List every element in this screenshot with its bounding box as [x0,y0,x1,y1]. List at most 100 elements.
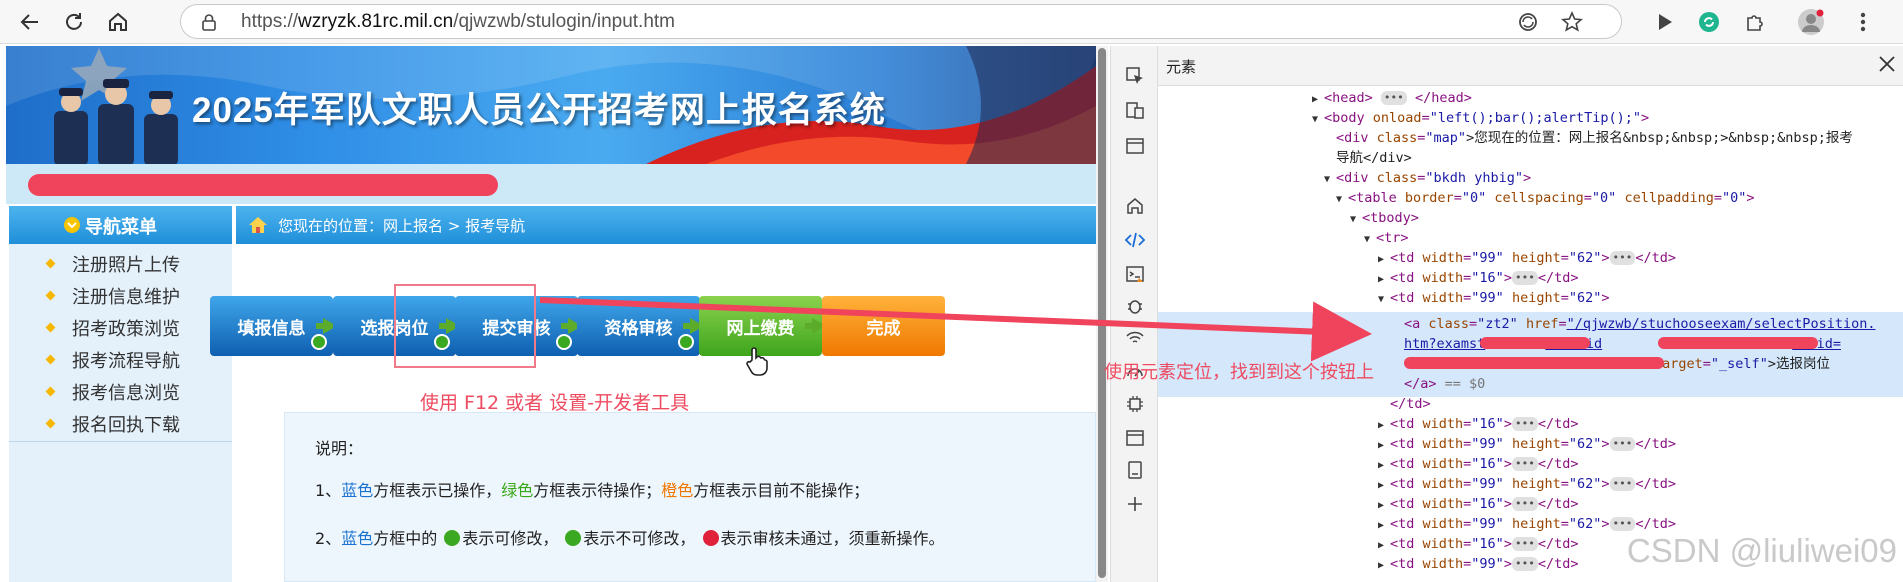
dom-node-div-map[interactable]: <div class="map">您现在的位置：网上报名&nbsp;&nbsp;… [1336,128,1853,148]
step-label: 填报信息 [237,318,306,339]
bullet-icon [45,322,56,333]
bullet-icon [45,418,56,429]
back-button[interactable] [14,6,46,38]
avatar-icon [1798,9,1824,35]
play-icon [1659,14,1672,30]
close-icon[interactable] [1877,54,1897,74]
home-button[interactable] [102,6,134,38]
sd-card-icon [1128,461,1142,479]
browser-toolbar: https://wzryzk.81rc.mil.cn/qjwzwb/stulog… [0,0,1903,44]
bullet-icon [45,258,56,269]
step-label: 网上缴费 [726,318,795,339]
sidebar-item-label: 注册照片上传 [72,255,180,276]
application-tab-button[interactable] [1123,426,1147,450]
dom-node-td[interactable]: ▶ <td width="16"> ••• </td> [1378,494,1578,514]
memory-tab-button[interactable] [1123,392,1147,416]
nav-sidebar: 导航菜单 注册照片上传 注册信息维护 招考政策浏览 报考流程导航 报考信息浏览 … [9,206,232,582]
dom-node-div-map-cont: 导航</div> [1336,150,1412,166]
reload-button[interactable] [58,6,90,38]
banner-title: 2025年军队文职人员公开招考网上报名系统 [192,91,886,130]
dom-node-tbody[interactable]: ▼ <tbody> [1350,208,1419,228]
media-play-button[interactable] [1650,7,1680,37]
plus-icon [1128,497,1142,511]
step-qualification-review-button[interactable]: 资格审核 [577,296,700,356]
editable-disabled-icon [311,334,327,350]
translate-icon[interactable] [1517,11,1539,33]
check-circle-icon [444,530,461,546]
page-scrollbar[interactable] [1096,46,1108,582]
devtools-tabbar: 元素 [1158,46,1903,86]
dom-node-td[interactable]: ▶ <td width="99"> ••• </td> [1378,554,1578,574]
web-page: 2025年军队文职人员公开招考网上报名系统 导航菜单 注册照片上传 注册信息维护… [6,46,1096,582]
dom-node-td[interactable]: ▶ <td width="16"> ••• </td> [1378,268,1578,288]
dom-node-a-close[interactable]: </a> == $0 [1404,374,1485,394]
redaction-mark [28,174,498,196]
redaction-mark [1658,337,1818,349]
dom-node-td[interactable]: ▶ <td width="16"> ••• </td> [1378,414,1578,434]
chip-icon [1127,396,1143,412]
elements-tab-button[interactable] [1123,228,1147,252]
inspect-element-button[interactable] [1123,64,1147,88]
extension-sync-button[interactable] [1694,7,1724,37]
highlight-box [394,284,536,368]
dom-node-td[interactable]: ▶ <td width="99" height="62"> ••• </td> [1378,514,1676,534]
more-menu-button[interactable] [1848,7,1878,37]
sources-tab-button[interactable] [1123,294,1147,318]
window-icon [1126,430,1144,446]
scroll-thumb[interactable] [1098,48,1106,578]
welcome-tab-button[interactable] [1123,194,1147,218]
f12-hint-annotation: 使用 F12 或者 设置-开发者工具 [420,392,690,414]
step-fill-info-button[interactable]: 填报信息 [210,296,333,356]
address-bar[interactable]: https://wzryzk.81rc.mil.cn/qjwzwb/stulog… [180,4,1622,39]
bug-icon [1128,300,1142,314]
more-tools-button[interactable] [1123,492,1147,516]
inspect-icon [1126,67,1143,84]
dom-node-body[interactable]: ▼ <body onload="left();bar();alertTip();"… [1312,108,1649,128]
instructions-title: 说明： [315,439,364,458]
sidebar-item-label: 注册信息维护 [72,287,180,308]
dom-node-a-selected[interactable]: <a class="zt2" href="/qjwzwb/stuchooseex… [1404,314,1875,334]
instruction-line-2: 2、蓝色方框中的 表示可修改， 表示不可修改， 表示审核未通过，须重新操作。 [315,529,945,548]
instruction-line-1: 1、蓝色方框表示已操作，绿色方框表示待操作；橙色方框表示目前不能操作； [315,481,870,500]
step-complete-button[interactable]: 完成 [822,296,945,356]
dom-node-head[interactable]: ▶ <head> ••• </head> [1312,88,1472,108]
puzzle-icon [1747,15,1763,31]
redaction-mark [1404,357,1664,369]
lock-icon[interactable] [201,13,217,31]
extensions-button[interactable] [1740,7,1770,37]
dom-node-td[interactable]: ▶ <td width="99" height="62"> ••• </td> [1378,474,1676,494]
home-icon [249,217,267,233]
sidebar-item-receipt-download[interactable]: 报名回执下载 [9,404,232,442]
dom-node-td[interactable]: ▶ <td width="99" height="62"> ••• </td> [1378,248,1676,268]
dom-node-div-bkdh[interactable]: ▼ <div class="bkdh yhbig"> [1324,168,1531,188]
window-icon [1126,138,1144,154]
device-emulation-button[interactable] [1123,98,1147,122]
dom-node-td-close: </td> [1390,396,1431,412]
bullet-icon [45,386,56,397]
profile-avatar-button[interactable] [1796,7,1826,37]
dom-node-td[interactable]: ▶ <td width="16"> ••• </td> [1378,534,1578,554]
sidebar-header: 导航菜单 [9,206,232,244]
home-icon [1127,198,1143,214]
alert-circle-icon [702,530,719,546]
code-tags-icon [1124,232,1146,248]
network-tab-button[interactable] [1123,326,1147,350]
bullet-icon [45,290,56,301]
minus-circle-icon [565,530,582,546]
tab-elements[interactable]: 元素 [1166,56,1196,77]
dom-node-td[interactable]: ▶ <td width="16"> ••• </td> [1378,454,1578,474]
breadcrumb: 您现在的位置：网上报名 > 报考导航 [236,206,1096,244]
editable-disabled-icon [556,334,572,350]
favorite-star-icon[interactable] [1561,11,1583,33]
dom-node-td-expanded[interactable]: ▼ <td width="99" height="62"> [1378,288,1610,308]
panel-layout-button[interactable] [1123,134,1147,158]
dom-node-table[interactable]: ▼ <table border="0" cellspacing="0" cellp… [1336,188,1755,208]
site-banner: 2025年军队文职人员公开招考网上报名系统 [6,46,1096,164]
sidebar-item-label: 报名回执下载 [72,415,180,436]
storage-tab-button[interactable] [1123,458,1147,482]
url-text[interactable]: https://wzryzk.81rc.mil.cn/qjwzwb/stulog… [241,11,675,33]
dom-node-tr[interactable]: ▼ <tr> [1364,228,1409,248]
console-tab-button[interactable] [1123,262,1147,286]
chevron-circle-icon [64,217,80,233]
dom-node-td[interactable]: ▶ <td width="99" height="62"> ••• </td> [1378,434,1676,454]
